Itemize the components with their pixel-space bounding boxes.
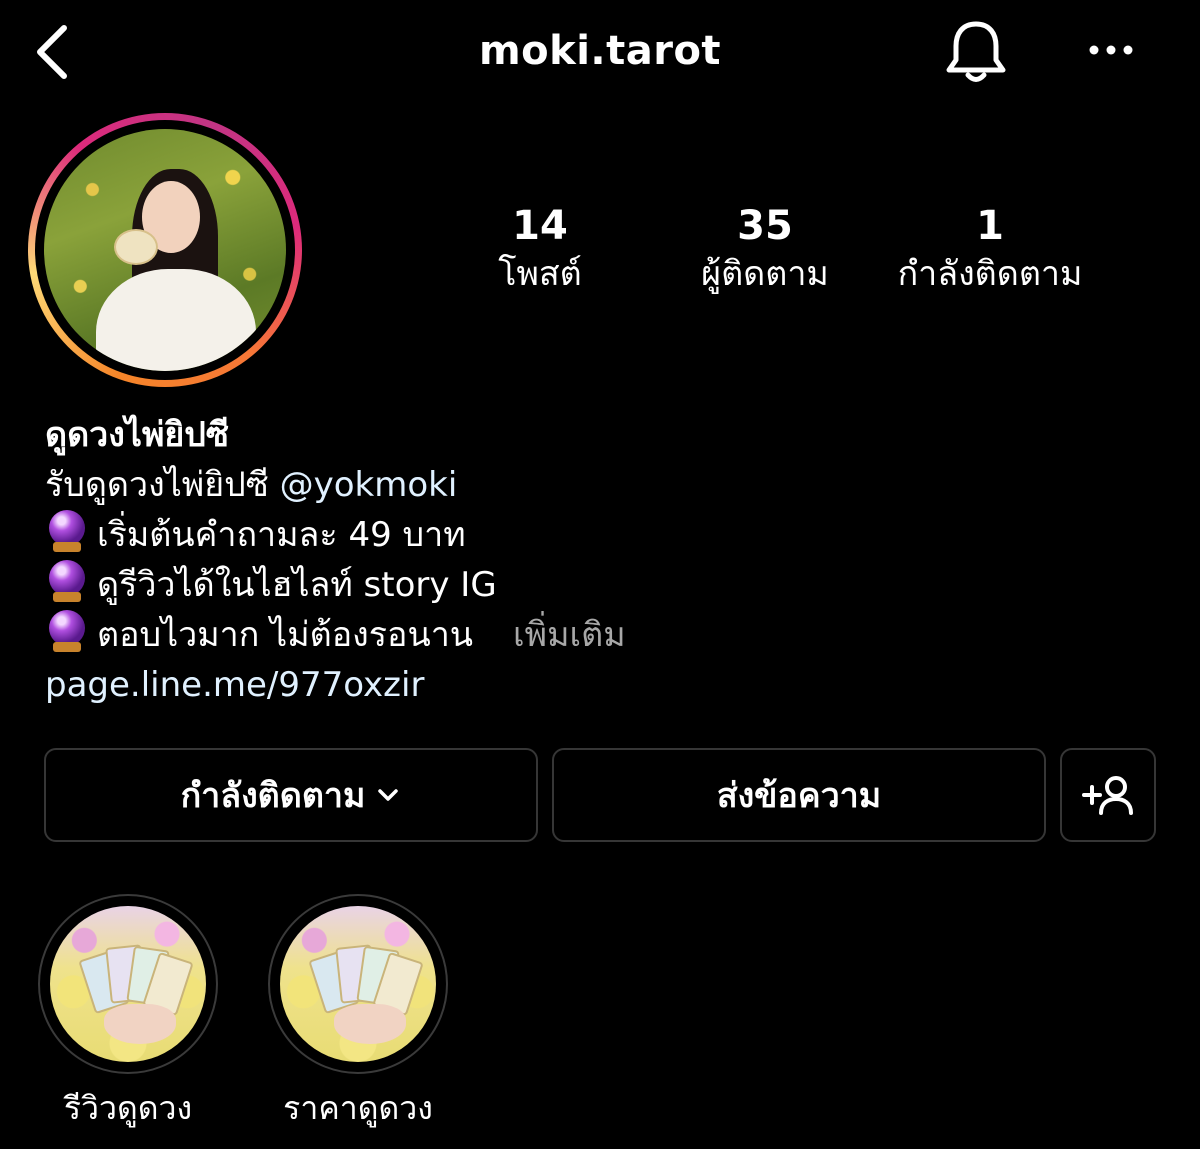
bio-external-link[interactable]: page.line.me/977oxzir	[45, 660, 1145, 710]
highlight-cover-ring	[38, 894, 218, 1074]
stat-posts[interactable]: 14 โพสต์	[470, 200, 610, 296]
stat-followers-count: 35	[737, 203, 793, 249]
avatar-cards	[114, 229, 158, 265]
highlight-cover-image	[280, 906, 436, 1062]
bell-icon	[946, 21, 1006, 82]
crystal-ball-icon	[45, 510, 89, 554]
bio-line-2-text: เริ่มต้นคำถามละ 49 บาท	[97, 515, 466, 555]
bio-line-4: ตอบไวมาก ไม่ต้องรอนาน เพิ่มเติม	[45, 610, 1145, 660]
bio-line-1: รับดูดวงไพ่ยิปซี @yokmoki	[45, 460, 1145, 510]
avatar-border	[35, 120, 295, 380]
message-button[interactable]: ส่งข้อความ	[552, 748, 1046, 842]
avatar	[44, 129, 286, 371]
bio-line-2: เริ่มต้นคำถามละ 49 บาท	[45, 510, 1145, 560]
following-button-label: กำลังติดตาม	[180, 776, 366, 816]
stat-following-label: กำลังติดตาม	[897, 254, 1083, 294]
profile-name: ดูดวงไพ่ยิปซี	[45, 415, 229, 455]
highlight-item[interactable]: รีวิวดูดวง	[38, 894, 218, 1128]
stat-following[interactable]: 1 กำลังติดตาม	[880, 200, 1100, 296]
avatar-body	[96, 269, 256, 371]
stat-posts-count: 14	[512, 203, 568, 249]
suggested-accounts-button[interactable]	[1060, 748, 1156, 842]
bio-line-3-text: ดูรีวิวได้ในไฮไลท์ story IG	[97, 565, 497, 605]
bio-more-link[interactable]: เพิ่มเติม	[513, 615, 626, 655]
highlight-cover-image	[50, 906, 206, 1062]
crystal-ball-icon	[45, 560, 89, 604]
chevron-down-icon	[378, 789, 399, 801]
following-button[interactable]: กำลังติดตาม	[44, 748, 538, 842]
profile-header: moki.tarot	[0, 0, 1200, 105]
message-button-label: ส่งข้อความ	[716, 776, 882, 816]
page-title: moki.tarot	[478, 28, 722, 74]
highlight-label: ราคาดูดวง	[283, 1089, 433, 1127]
stat-following-count: 1	[976, 203, 1004, 249]
more-options-button[interactable]	[1082, 28, 1140, 72]
bio-line-3: ดูรีวิวได้ในไฮไลท์ story IG	[45, 560, 1145, 610]
bio-line-1-text: รับดูดวงไพ่ยิปซี	[45, 465, 280, 505]
stat-followers-label: ผู้ติดตาม	[701, 254, 829, 294]
add-user-icon	[1082, 776, 1133, 815]
stat-posts-label: โพสต์	[498, 254, 582, 294]
bio-mention-link[interactable]: @yokmoki	[280, 465, 458, 505]
more-horizontal-icon	[1089, 45, 1133, 55]
crystal-ball-icon	[45, 610, 89, 654]
highlight-label: รีวิวดูดวง	[63, 1089, 193, 1127]
hand-image	[104, 1004, 176, 1044]
highlight-item[interactable]: ราคาดูดวง	[268, 894, 448, 1128]
profile-bio: ดูดวงไพ่ยิปซี รับดูดวงไพ่ยิปซี @yokmoki …	[45, 410, 1145, 710]
hand-image	[334, 1004, 406, 1044]
highlight-cover-ring	[268, 894, 448, 1074]
notifications-button[interactable]	[940, 18, 1012, 88]
bio-line-4-text: ตอบไวมาก ไม่ต้องรอนาน	[97, 615, 474, 655]
profile-avatar-story-ring[interactable]	[28, 113, 302, 387]
stat-followers[interactable]: 35 ผู้ติดตาม	[680, 200, 850, 296]
profile-page: moki.tarot 14 โพสต์ 35 ผู้ติดตาม 1 กำลัง…	[0, 0, 1200, 1149]
